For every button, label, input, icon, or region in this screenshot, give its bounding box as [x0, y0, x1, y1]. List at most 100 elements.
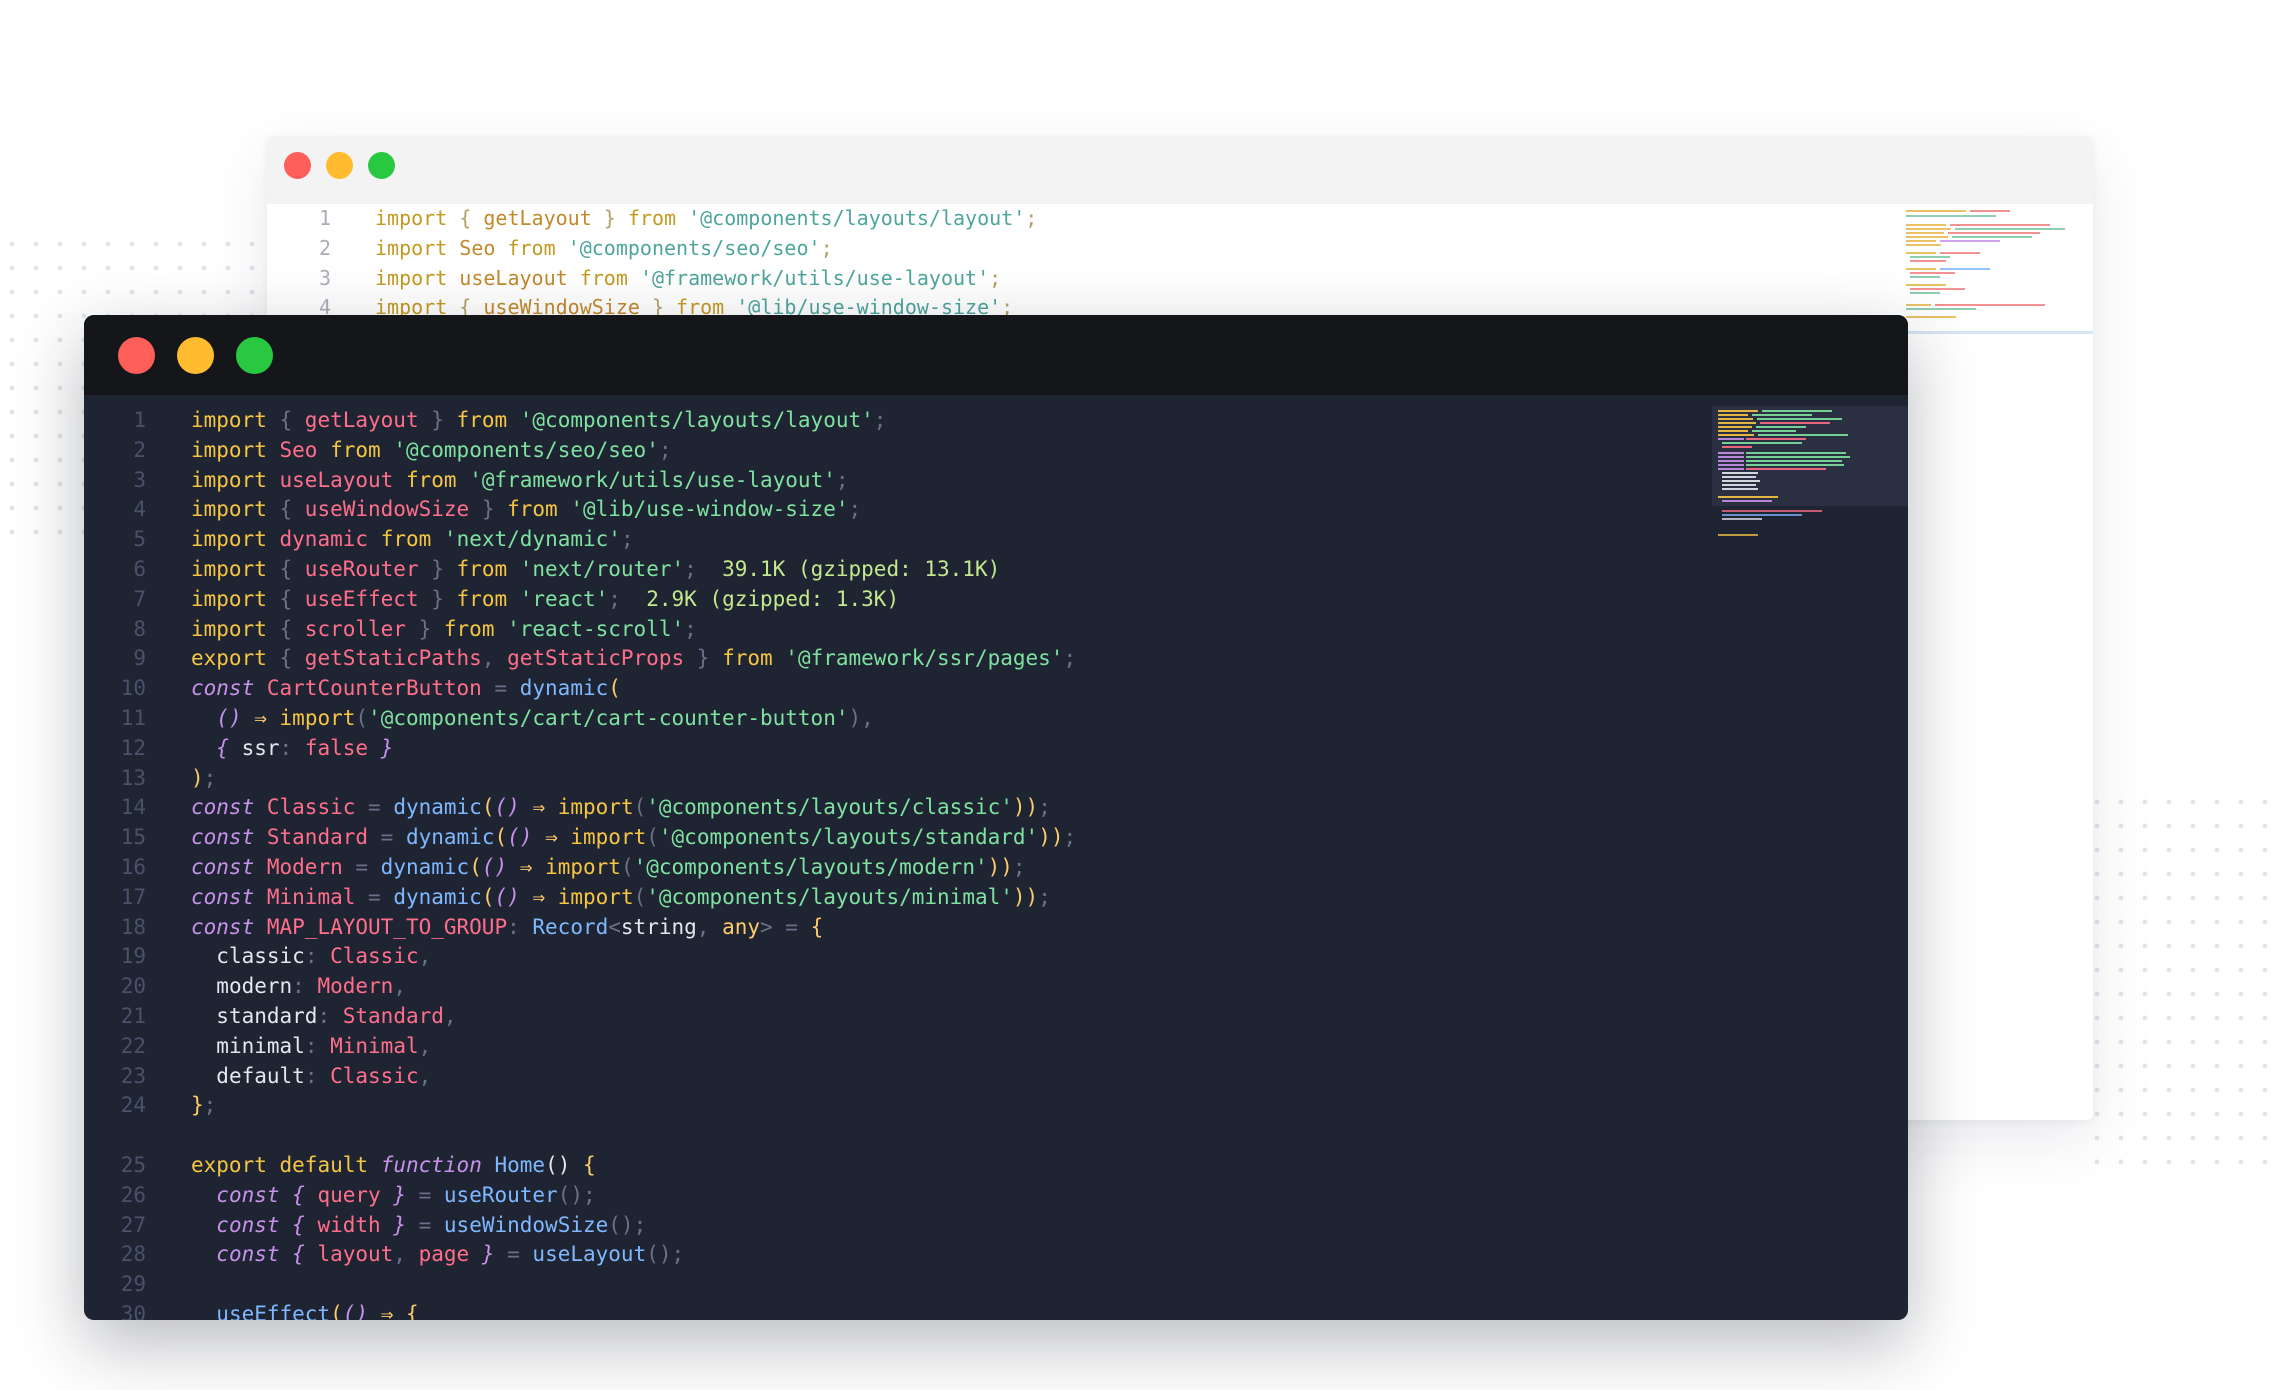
code-line[interactable]: 2 import Seo from '@components/seo/seo'; — [84, 436, 1908, 466]
line-number: 10 — [120, 676, 146, 701]
code-token: standard — [216, 1003, 318, 1028]
code-line[interactable]: 13); — [84, 764, 1908, 794]
code-token: } — [469, 1242, 508, 1267]
code-token: from — [507, 235, 556, 260]
code-line[interactable]: 9 export { getStaticPaths, getStaticProps… — [84, 644, 1908, 674]
code-line[interactable]: 21 standard: Standard, — [84, 1002, 1908, 1032]
code-line[interactable]: 22 minimal: Minimal, — [84, 1032, 1908, 1062]
close-button[interactable] — [118, 337, 155, 374]
code-token: function — [380, 1152, 482, 1177]
code-token: } — [418, 556, 457, 581]
close-button[interactable] — [284, 152, 311, 179]
code-line[interactable]: 2 import Seo from '@components/seo/seo'; — [267, 234, 2093, 264]
code-line[interactable] — [84, 1121, 1908, 1151]
code-text: import useLayout from '@framework/utils/… — [375, 264, 1001, 294]
code-line[interactable]: 1 import { getLayout } from '@components/… — [84, 406, 1908, 436]
editor-minimap[interactable] — [1712, 406, 1908, 541]
background-minimap[interactable] — [1900, 204, 2093, 334]
code-token: useLayout — [279, 467, 394, 492]
code-token: > = — [760, 914, 811, 939]
code-text: const { query } = useRouter(); — [191, 1181, 595, 1211]
code-line[interactable]: 10 const CartCounterButton = dynamic( — [84, 674, 1908, 704]
code-text: import { useEffect } from 'react'; 2.9K … — [191, 585, 899, 615]
code-line[interactable]: 8 import { scroller } from 'react-scroll'… — [84, 615, 1908, 645]
code-token: import — [191, 497, 267, 522]
code-line[interactable]: 27 const { width } = useWindowSize(); — [84, 1211, 1908, 1241]
code-line[interactable]: 4 import { useWindowSize } from '@lib/use… — [84, 495, 1908, 525]
code-line[interactable]: 30 useEffect(() ⇒ { — [84, 1300, 1908, 1320]
maximize-button[interactable] — [368, 152, 395, 179]
code-token: = — [355, 795, 394, 820]
code-text: { ssr: false } — [191, 734, 393, 764]
code-token: useEffect — [216, 1301, 331, 1320]
minimize-button[interactable] — [177, 337, 214, 374]
code-line[interactable]: 20 modern: Modern, — [84, 972, 1908, 1002]
code-token: ⇒ — [532, 825, 571, 850]
code-line[interactable]: 5 import dynamic from 'next/dynamic'; — [84, 525, 1908, 555]
code-line[interactable]: 1 import { getLayout } from '@components/… — [267, 204, 2093, 234]
code-token: )) — [1012, 884, 1039, 909]
code-line[interactable]: 3 import useLayout from '@framework/utils… — [84, 466, 1908, 496]
code-line[interactable]: 6 import { useRouter } from 'next/router'… — [84, 555, 1908, 585]
code-token: dynamic — [393, 795, 482, 820]
code-line[interactable]: 16 const Modern = dynamic(() ⇒ import('@c… — [84, 853, 1908, 883]
code-token: dynamic — [279, 527, 369, 552]
code-token: ; — [820, 235, 833, 260]
code-token: ( — [481, 795, 495, 820]
code-token: from — [443, 616, 495, 641]
code-line[interactable]: 18 const MAP_LAYOUT_TO_GROUP: Record<stri… — [84, 913, 1908, 943]
code-line[interactable]: 14 const Classic = dynamic(() ⇒ import('@… — [84, 793, 1908, 823]
code-line[interactable]: 28 const { layout, page } = useLayout(); — [84, 1240, 1908, 1270]
code-editor-area[interactable]: 1 import { getLayout } from '@components/… — [84, 406, 1908, 1320]
code-token: default — [279, 1152, 369, 1177]
code-line[interactable]: 19 classic: Classic, — [84, 942, 1908, 972]
code-line[interactable]: 7 import { useEffect } from 'react'; 2.9K… — [84, 585, 1908, 615]
code-line[interactable]: 12 { ssr: false } — [84, 734, 1908, 764]
line-number: 19 — [120, 944, 146, 969]
code-line[interactable]: 23 default: Classic, — [84, 1062, 1908, 1092]
minimize-button[interactable] — [326, 152, 353, 179]
code-token: import — [191, 408, 267, 432]
code-token: ; — [671, 1242, 685, 1267]
code-token: ; — [608, 586, 621, 611]
code-token: page — [418, 1242, 470, 1267]
code-token: '@components/layouts/modern' — [633, 854, 988, 879]
background-code-area[interactable]: 1 import { getLayout } from '@components/… — [267, 204, 2093, 323]
code-token: () — [608, 1212, 634, 1237]
code-token: '@framework/ssr/pages' — [785, 646, 1064, 671]
code-text: import Seo from '@components/seo/seo'; — [191, 436, 672, 466]
code-text: const Classic = dynamic(() ⇒ import('@co… — [191, 793, 1051, 823]
code-line[interactable]: 24}; — [84, 1091, 1908, 1121]
code-token: , — [418, 944, 432, 969]
code-token: dynamic — [380, 854, 470, 879]
maximize-button[interactable] — [236, 337, 273, 374]
code-line[interactable]: 29 — [84, 1270, 1908, 1300]
code-line[interactable]: 25 export default function Home() { — [84, 1151, 1908, 1181]
code-token: ⇒ — [519, 795, 558, 820]
code-line[interactable]: 11 () ⇒ import('@components/cart/cart-co… — [84, 704, 1908, 734]
code-token: const — [191, 795, 255, 820]
code-line[interactable]: 15 const Standard = dynamic(() ⇒ import('… — [84, 823, 1908, 853]
code-line[interactable]: 26 const { query } = useRouter(); — [84, 1181, 1908, 1211]
code-token: import — [191, 586, 267, 611]
code-token: Record — [532, 914, 609, 939]
code-token: ; — [1063, 825, 1077, 850]
code-line[interactable]: 17 const Minimal = dynamic(() ⇒ import('@… — [84, 883, 1908, 913]
code-token: { — [266, 408, 305, 432]
code-line[interactable]: 3 import useLayout from '@framework/utils… — [267, 264, 2093, 294]
code-token: Classic — [330, 1063, 419, 1088]
background-titlebar — [267, 136, 2093, 204]
code-token: } — [368, 735, 394, 760]
code-text: const MAP_LAYOUT_TO_GROUP: Record<string… — [191, 913, 823, 943]
